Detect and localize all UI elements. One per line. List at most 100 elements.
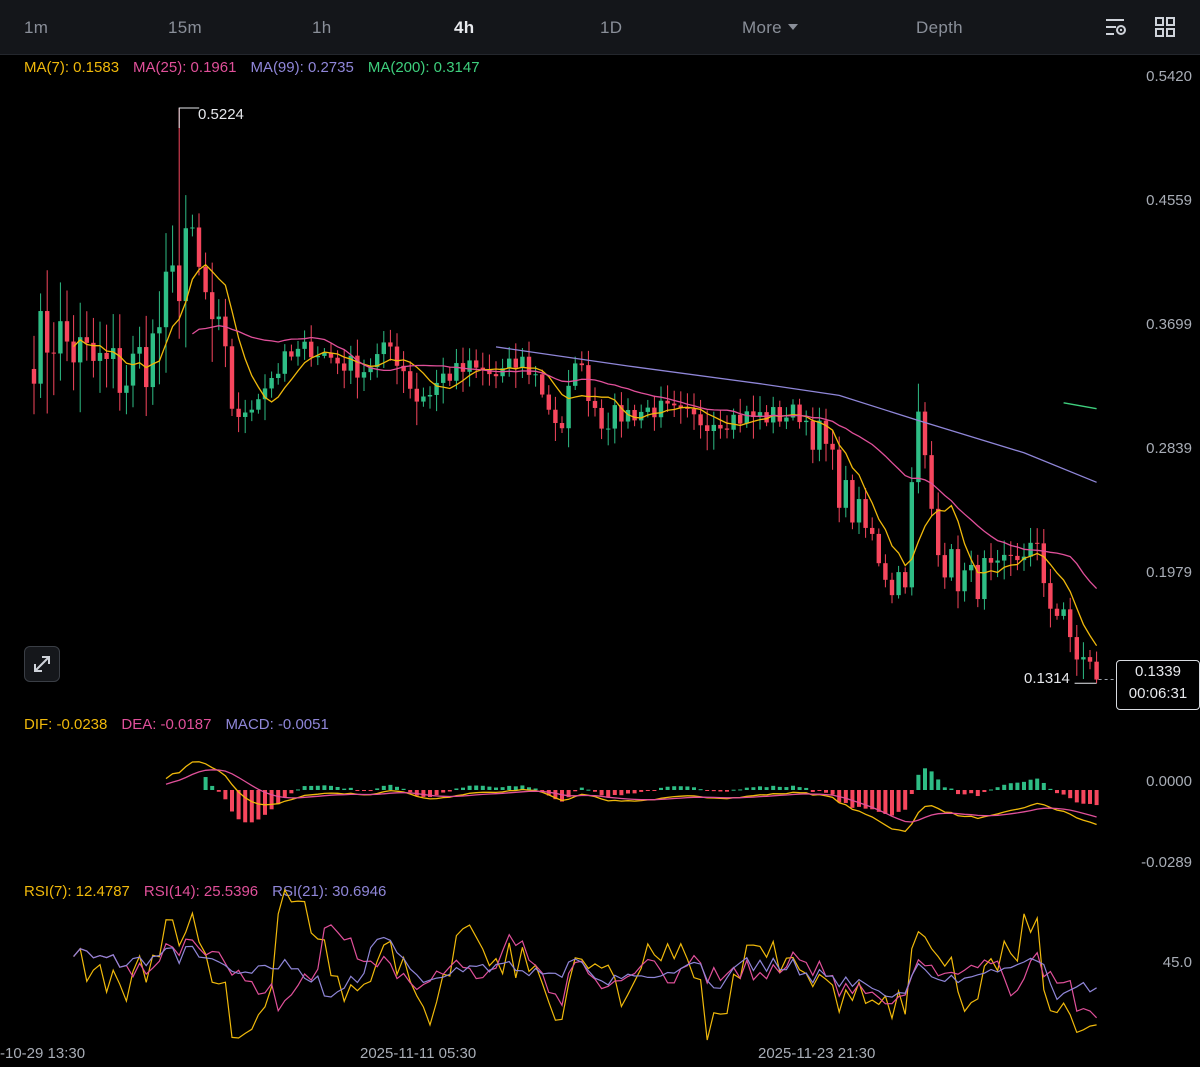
macd-histogram-bar <box>850 790 855 808</box>
macd-histogram-bar <box>936 779 941 790</box>
candle-body <box>1041 543 1046 584</box>
candle-body <box>744 411 749 424</box>
candle-body <box>223 316 228 347</box>
candle-body <box>599 407 604 429</box>
macd-histogram-bar <box>995 787 1000 790</box>
candle-body <box>348 355 353 371</box>
candle-body <box>243 412 248 417</box>
high-marker-leader <box>178 107 200 128</box>
macd-histogram-bar <box>777 786 782 790</box>
macd-histogram-bar <box>1055 790 1059 794</box>
macd-histogram-bar <box>315 785 320 790</box>
candle-body <box>196 227 202 267</box>
macd-histogram-bar <box>612 790 617 796</box>
candle-body <box>104 352 109 359</box>
candlestick-chart[interactable] <box>0 0 1200 1067</box>
candle-body <box>97 352 103 361</box>
macd-histogram-bar <box>368 790 373 791</box>
macd-histogram-bar <box>685 786 690 790</box>
macd-histogram-bar <box>764 787 769 790</box>
candle-body <box>45 311 50 353</box>
candle-body <box>1061 609 1066 616</box>
macd-histogram-bar <box>329 785 333 790</box>
candle-body <box>896 572 901 596</box>
macd-histogram-bar <box>1068 790 1073 799</box>
macd-histogram-bar <box>434 790 439 796</box>
candle-body <box>454 363 459 381</box>
candle-body <box>1074 637 1079 660</box>
candle-body <box>394 346 400 366</box>
candle-body <box>797 404 802 423</box>
candle-body <box>645 407 650 412</box>
macd-histogram-bar <box>249 790 254 823</box>
macd-histogram-bar <box>454 788 459 790</box>
macd-histogram-bar <box>1035 778 1040 790</box>
candle-body <box>982 558 987 600</box>
macd-histogram-bar <box>1028 779 1033 790</box>
macd-histogram-bar <box>751 787 756 790</box>
macd-histogram-bar <box>896 790 901 812</box>
macd-histogram-bar <box>982 790 987 793</box>
candle-body <box>526 356 532 375</box>
ma200-line <box>1063 402 1097 410</box>
macd-histogram-bar <box>494 787 498 790</box>
candle-body <box>229 346 235 409</box>
candle-body <box>949 549 954 578</box>
macd-histogram-bar <box>335 786 340 790</box>
macd-histogram-bar <box>890 790 894 816</box>
candle-body <box>335 357 340 364</box>
candle-body <box>856 499 862 523</box>
macd-histogram-bar <box>942 787 947 790</box>
candle-body <box>361 372 367 378</box>
candle-body <box>533 374 538 376</box>
candle-body <box>804 420 809 423</box>
macd-histogram-bar <box>692 787 696 790</box>
candle-body <box>493 374 499 377</box>
macd-histogram-bar <box>243 790 248 823</box>
candle-body <box>163 271 169 328</box>
fullscreen-button[interactable] <box>24 646 60 682</box>
candle-body <box>863 499 868 528</box>
candle-body <box>51 352 56 354</box>
candle-body <box>249 409 254 413</box>
macd-histogram-bar <box>949 788 954 790</box>
candle-body <box>302 341 307 349</box>
candle-body <box>889 579 895 596</box>
candle-body <box>843 480 848 508</box>
macd-histogram-bar <box>395 786 399 790</box>
candle-body <box>823 420 829 444</box>
macd-histogram-bar <box>441 790 446 793</box>
macd-histogram-bar <box>784 787 789 790</box>
candle-body <box>137 347 142 354</box>
macd-histogram-bar <box>342 788 347 790</box>
candle-body <box>969 564 974 571</box>
macd-histogram-bar <box>645 790 650 791</box>
macd-histogram-bar <box>857 790 861 807</box>
macd-histogram-bar <box>586 789 591 791</box>
candle-body <box>652 407 657 418</box>
low-price-marker: 0.1314 <box>1024 670 1070 687</box>
macd-histogram-bar <box>830 790 835 795</box>
macd-histogram-bar <box>876 790 881 812</box>
candle-body <box>1094 661 1099 680</box>
candle-body <box>190 227 195 229</box>
macd-histogram-bar <box>1008 783 1013 790</box>
candle-body <box>414 388 419 402</box>
candle-body <box>731 414 736 430</box>
macd-histogram-bar <box>698 789 703 791</box>
candle-body <box>553 409 558 424</box>
candle-body <box>540 374 545 395</box>
candle-body <box>639 411 644 421</box>
candle-body <box>711 424 716 432</box>
candle-body <box>962 570 967 592</box>
macd-histogram-bar <box>599 790 604 796</box>
macd-histogram-bar <box>230 790 234 812</box>
candle-body <box>31 368 37 384</box>
macd-histogram-bar <box>216 790 221 792</box>
candle-body <box>1008 554 1013 556</box>
macd-histogram-bar <box>824 790 828 793</box>
candle-body <box>1068 609 1073 638</box>
candle-body <box>579 363 584 366</box>
candle-body <box>784 417 789 422</box>
macd-histogram-bar <box>1002 784 1007 790</box>
